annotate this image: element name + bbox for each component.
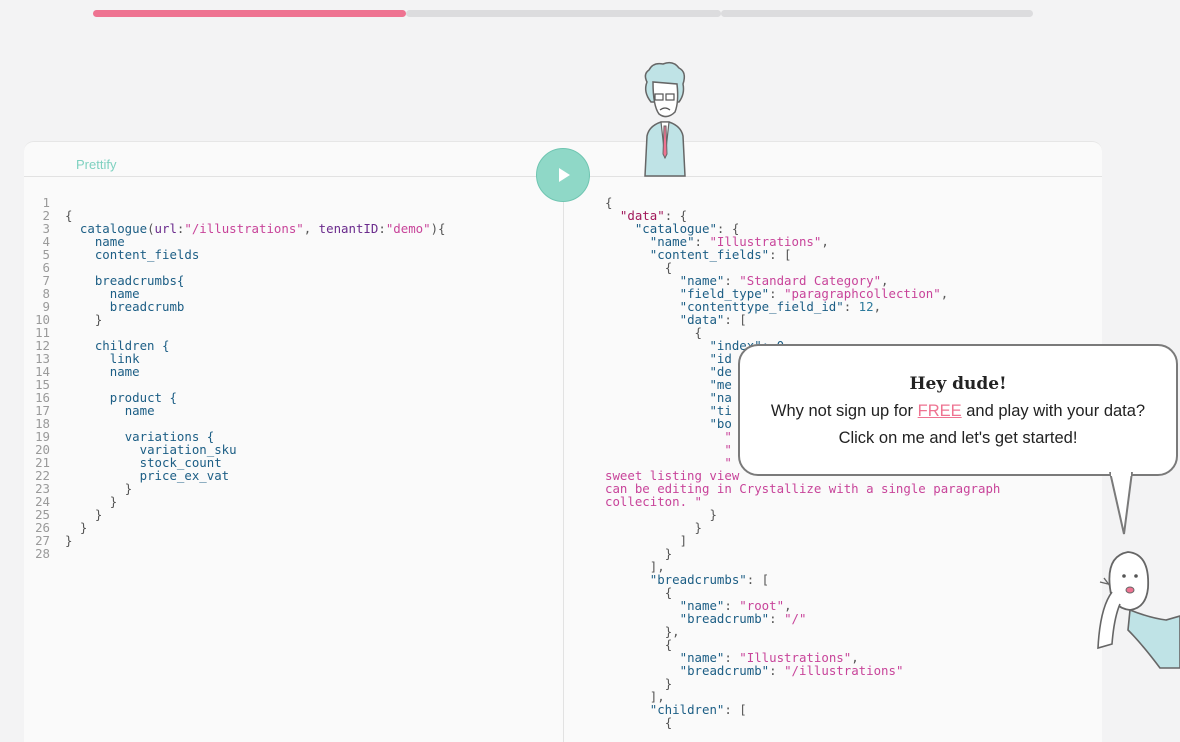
code-line: name: [109, 364, 140, 379]
free-signup-link[interactable]: FREE: [918, 402, 962, 420]
code-line: content_fields: [94, 247, 200, 262]
query-editor[interactable]: { catalogue(url:"/illustrations", tenant…: [65, 196, 446, 547]
code-line: }: [124, 481, 133, 496]
code-line: breadcrumb: [109, 299, 185, 314]
line-numbers: 1 2 3 4 5 6 7 8 9 10 11 12 13 14 15 16 17 18 19 20 21 22 23 24 2…: [24, 196, 50, 560]
cta-heading: Hey dude!: [909, 374, 1007, 394]
play-icon: [559, 168, 570, 182]
progress-segment-done: [93, 10, 406, 17]
cta-line-1: Why not sign up for FREE and play with y…: [770, 402, 1146, 420]
progress-segment: [721, 10, 1033, 17]
code-line: }: [65, 533, 73, 548]
line-number: 28: [35, 546, 50, 561]
code-line: }: [94, 312, 103, 327]
character-illustration: [1097, 551, 1180, 669]
code-line: }: [94, 507, 103, 522]
pane-divider[interactable]: [563, 177, 564, 742]
code-line: name: [124, 403, 155, 418]
code-line: }: [79, 520, 88, 535]
character-illustration: [644, 61, 686, 177]
code-line: }: [109, 494, 118, 509]
cta-line-2: Click on me and let's get started!: [838, 429, 1078, 447]
speech-bubble-tail: [1109, 472, 1133, 535]
prettify-button[interactable]: Prettify: [76, 157, 116, 172]
progress-bar: [93, 10, 1033, 17]
signup-cta-bubble[interactable]: Hey dude! Why not sign up for FREE and p…: [738, 344, 1178, 476]
progress-segment: [406, 10, 721, 17]
result-line: {: [664, 715, 673, 730]
run-query-button[interactable]: [536, 148, 590, 202]
